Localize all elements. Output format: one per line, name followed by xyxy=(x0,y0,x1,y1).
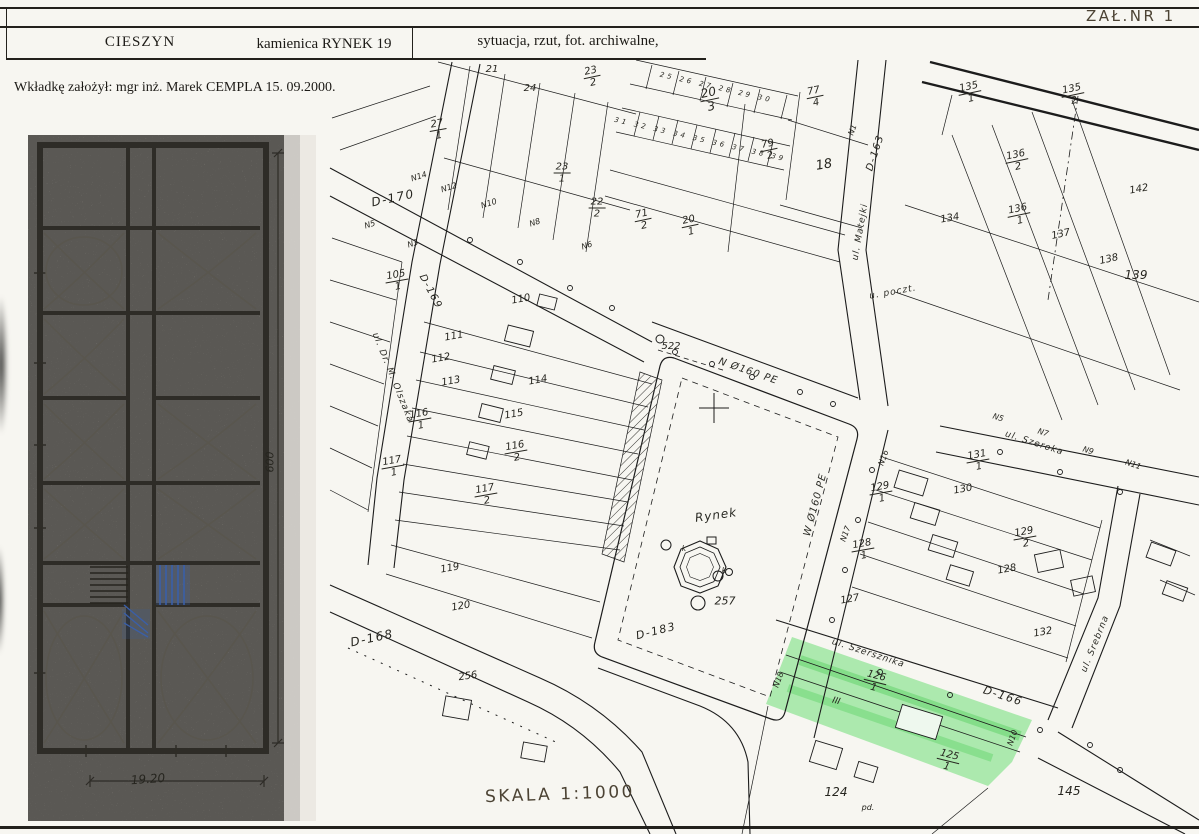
map-label: 110 xyxy=(510,292,532,307)
map-label: SKALA 1:1000 xyxy=(484,781,636,808)
map-label: N10 xyxy=(479,196,498,211)
map-label: 27 1 xyxy=(427,117,448,143)
map-label: 138 xyxy=(1098,252,1120,267)
map-label: 128 xyxy=(996,562,1018,577)
map-label: 115 xyxy=(503,407,525,422)
map-label: 113 xyxy=(440,374,462,389)
map-label: 22 2 xyxy=(588,196,606,220)
map-label: N6 xyxy=(580,239,594,252)
map-label: N11 xyxy=(1124,457,1143,472)
map-label: N8 xyxy=(528,216,542,229)
map-label: ul. Szeroka xyxy=(1003,429,1065,458)
map-label: ul. Szersznika xyxy=(830,637,906,671)
map-label: D-183 xyxy=(634,619,678,643)
map-label: 111 xyxy=(443,329,465,344)
map-label: 129 1 xyxy=(867,479,895,507)
map-label: 18 xyxy=(814,156,834,174)
map-label: 522 xyxy=(661,341,681,352)
map-label: ul. Matejki xyxy=(850,202,871,262)
map-label: N14 xyxy=(409,169,428,184)
map-label: D-169 xyxy=(416,272,445,312)
map-label: 600 xyxy=(263,451,277,473)
map-label: 24 xyxy=(523,83,537,94)
map-label: N1 xyxy=(846,123,859,137)
map-label: k xyxy=(681,544,687,553)
map-label: Rynek xyxy=(694,505,738,525)
map-label: III xyxy=(831,695,842,708)
map-label: 116 2 xyxy=(502,438,530,466)
map-label: 137 xyxy=(1050,227,1072,242)
map-labels-layer: D-170 27 1 21 24 23 2 23 1 22 2 20 3 77 4 79 2 18 71 2 20 1 25… xyxy=(0,0,1199,834)
map-label: D-168 xyxy=(349,626,395,650)
map-label: 105 1 xyxy=(383,267,411,295)
map-label: N16 xyxy=(876,448,891,467)
map-label: 130 xyxy=(952,482,974,497)
map-label: 23 1 xyxy=(553,161,571,185)
map-label: 19.20 xyxy=(130,770,166,788)
map-label: 136 2 xyxy=(1003,147,1030,174)
map-label: 145 xyxy=(1057,784,1081,798)
map-label: 71 2 xyxy=(632,207,653,233)
map-label: 119 xyxy=(439,561,461,576)
scanned-document-sheet: CIESZYN kamienica RYNEK 19 sytuacja, rzu… xyxy=(0,0,1199,834)
map-label: N Ø160 PE xyxy=(716,356,780,387)
map-label: pd. xyxy=(861,803,875,812)
map-label: 129 2 xyxy=(1011,524,1039,552)
map-label: N10 xyxy=(1005,728,1020,747)
map-label: 117 2 xyxy=(472,481,500,509)
map-label: D-170 xyxy=(370,186,416,210)
map-label: 256 xyxy=(457,669,479,684)
map-label: N7 xyxy=(1036,426,1050,439)
map-label: ul. Srebrna xyxy=(1079,613,1112,674)
map-label: 142 xyxy=(1128,182,1150,197)
map-label: 117 1 xyxy=(379,453,407,481)
map-label: 125 1 xyxy=(934,747,962,775)
map-label: 116 1 xyxy=(406,406,434,434)
map-label: N3 xyxy=(406,237,420,250)
map-label: k xyxy=(721,566,727,575)
map-label: W Ø160 PE xyxy=(801,472,830,538)
map-label: N5 xyxy=(363,218,377,231)
map-label: D-163 xyxy=(864,133,887,173)
map-label: 139 xyxy=(1124,268,1148,282)
map-label: 128 1 xyxy=(849,536,877,564)
map-label: 134 xyxy=(939,211,961,226)
map-label: N5 xyxy=(991,411,1005,424)
map-label: 257 xyxy=(714,594,736,608)
map-label: 132 xyxy=(1032,625,1054,640)
map-label: 126 1 xyxy=(861,668,889,696)
map-label: 131 1 xyxy=(964,447,992,475)
map-label: 135 2 xyxy=(1059,81,1086,108)
map-label: 136 1 xyxy=(1005,201,1032,228)
map-label: 112 xyxy=(430,351,452,366)
map-label: u. poczt. xyxy=(868,283,918,302)
map-label: 20 1 xyxy=(679,213,700,239)
map-label: 127 xyxy=(839,592,861,607)
map-label: N18 xyxy=(771,670,786,689)
map-label: D-166 xyxy=(981,683,1025,709)
map-label: 124 xyxy=(824,785,848,799)
map-label: 120 xyxy=(450,599,472,614)
map-label: 114 xyxy=(527,373,549,388)
map-label: 77 4 xyxy=(804,84,825,110)
map-label: N9 xyxy=(1081,444,1095,457)
map-label: 23 2 xyxy=(581,64,602,90)
map-label: 21 xyxy=(485,64,499,75)
map-label: N12 xyxy=(439,180,458,195)
map-label: 135 1 xyxy=(956,79,983,106)
